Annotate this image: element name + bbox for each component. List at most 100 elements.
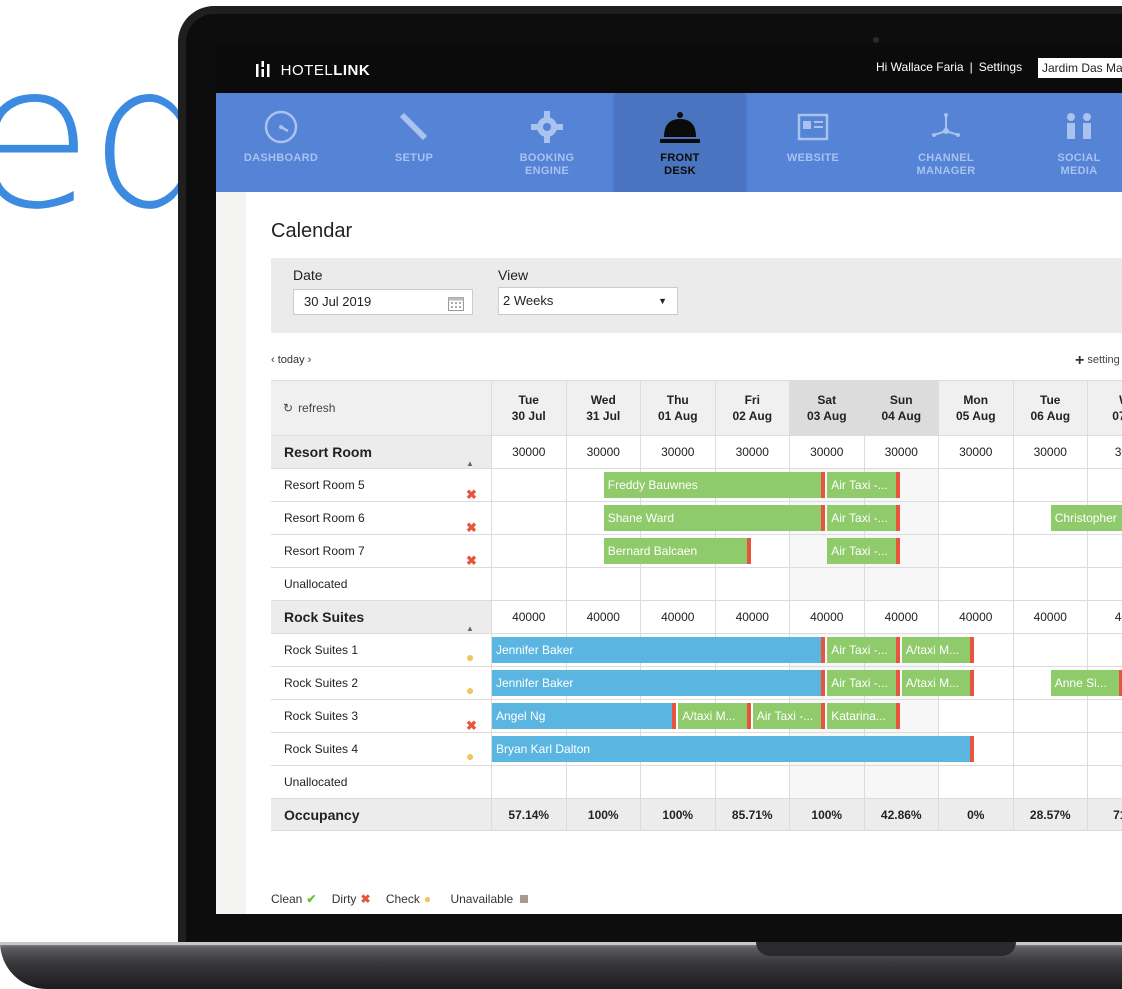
settings-top-link[interactable]: Settings: [979, 60, 1022, 74]
booking-bar[interactable]: Air Taxi -...: [752, 703, 826, 729]
calendar-icon[interactable]: [448, 295, 464, 319]
booking-bar[interactable]: Christopher: [1050, 505, 1122, 531]
booking-bar[interactable]: Air Taxi -...: [827, 505, 900, 531]
day-cell[interactable]: [565, 568, 641, 600]
rate-cell[interactable]: 40000: [491, 601, 566, 633]
day-cell[interactable]: [938, 469, 1013, 501]
day-cell[interactable]: [1012, 568, 1088, 600]
booking-bar[interactable]: Freddy Bauwnes: [603, 472, 826, 498]
rate-cell[interactable]: 40000: [640, 601, 715, 633]
booking-bar[interactable]: Jennifer Baker: [492, 670, 826, 696]
rate-cell[interactable]: 30000: [714, 436, 789, 468]
day-cell[interactable]: [863, 568, 938, 600]
day-cell[interactable]: [1087, 469, 1122, 501]
date-input[interactable]: 30 Jul 2019: [293, 289, 473, 315]
booking-bar[interactable]: Shane Ward: [603, 505, 826, 531]
rate-cell[interactable]: 400: [1087, 601, 1122, 633]
day-cell[interactable]: [938, 568, 1013, 600]
day-cell[interactable]: [714, 766, 790, 798]
booking-bar[interactable]: Jennifer Baker: [492, 637, 826, 663]
booking-bar[interactable]: Angel Ng: [492, 703, 677, 729]
day-cell[interactable]: [491, 502, 566, 534]
nav-item-channel[interactable]: CHANNEL MANAGER: [881, 93, 1011, 192]
day-cell[interactable]: [938, 535, 1013, 567]
day-cell[interactable]: [491, 535, 566, 567]
day-cell[interactable]: [491, 469, 566, 501]
rate-cell[interactable]: 30000: [789, 436, 864, 468]
day-header: Sun 04 Aug: [863, 381, 938, 435]
day-cell[interactable]: [938, 766, 1013, 798]
legend-unavailable: Unavailable: [450, 892, 514, 906]
booking-bar[interactable]: Air Taxi -...: [827, 472, 900, 498]
logo-mark-icon: [256, 61, 275, 79]
day-cell[interactable]: [714, 568, 790, 600]
laptop-notch: [756, 942, 1016, 956]
booking-bar[interactable]: A/taxi M...: [901, 637, 975, 663]
rate-cell[interactable]: 30000: [1012, 436, 1087, 468]
day-cell[interactable]: [491, 568, 566, 600]
day-date: 05 Aug: [955, 409, 996, 423]
calendar-settings-link[interactable]: + setting: [1075, 352, 1120, 370]
rate-cell[interactable]: 300: [1087, 436, 1122, 468]
rate-cell[interactable]: 30000: [938, 436, 1013, 468]
occupancy-value: 57.14%: [491, 799, 566, 830]
day-cell[interactable]: [1012, 700, 1088, 732]
rate-cell[interactable]: 30000: [565, 436, 640, 468]
rate-cell[interactable]: 40000: [938, 601, 1013, 633]
hotellink-logo[interactable]: HOTELLINK: [256, 61, 370, 79]
nav-item-website[interactable]: WEBSITE: [748, 93, 878, 192]
day-cell[interactable]: [1087, 766, 1122, 798]
legend-dirty: Dirty: [331, 892, 357, 906]
booking-bar[interactable]: Katarina...: [827, 703, 900, 729]
date-navigator[interactable]: ‹ today ›: [271, 354, 311, 366]
refresh-button[interactable]: ↻ refresh: [271, 381, 491, 435]
nav-item-dashboard[interactable]: DASHBOARD: [216, 93, 346, 192]
day-cell[interactable]: [1087, 634, 1122, 666]
day-cell[interactable]: [938, 502, 1013, 534]
booking-bar[interactable]: A/taxi M...: [678, 703, 751, 729]
nav-item-booking[interactable]: BOOKING ENGINE: [482, 93, 612, 192]
day-cell[interactable]: [1087, 535, 1122, 567]
room-label: Resort Room 6: [284, 511, 365, 525]
day-cell[interactable]: [938, 700, 1013, 732]
rate-cell[interactable]: 30000: [640, 436, 715, 468]
day-cell[interactable]: [1012, 634, 1088, 666]
day-cell[interactable]: [863, 766, 938, 798]
rate-cell[interactable]: 40000: [1012, 601, 1087, 633]
day-cell[interactable]: [789, 568, 864, 600]
booking-bar[interactable]: Anne Si...: [1050, 670, 1122, 696]
date-value: 30 Jul 2019: [304, 294, 372, 309]
nav-item-social[interactable]: SOCIAL MEDIA: [1014, 93, 1122, 192]
day-cell[interactable]: [491, 766, 566, 798]
rate-cell[interactable]: 40000: [714, 601, 789, 633]
speedometer-icon: [216, 109, 346, 145]
booking-bar[interactable]: Air Taxi -...: [827, 670, 900, 696]
booking-bar[interactable]: Air Taxi -...: [827, 637, 900, 663]
day-cell[interactable]: [640, 568, 715, 600]
day-cell[interactable]: [1087, 700, 1122, 732]
day-cell[interactable]: [1012, 733, 1088, 765]
nav-label-line2: ENGINE: [525, 165, 569, 177]
booking-bar[interactable]: A/taxi M...: [901, 670, 975, 696]
rate-cell[interactable]: 30000: [863, 436, 938, 468]
day-cell[interactable]: [789, 766, 864, 798]
rate-cell[interactable]: 40000: [789, 601, 864, 633]
rate-cell[interactable]: 40000: [863, 601, 938, 633]
day-cell[interactable]: [1012, 535, 1088, 567]
day-cell[interactable]: [1012, 766, 1088, 798]
settings-label: setting: [1087, 354, 1120, 366]
nav-item-setup[interactable]: SETUP: [349, 93, 479, 192]
booking-bar[interactable]: Bernard Balcaen: [603, 538, 751, 564]
day-cell[interactable]: [565, 766, 641, 798]
booking-bar[interactable]: Air Taxi -...: [827, 538, 900, 564]
property-selector[interactable]: Jardim Das Marg: [1038, 58, 1122, 78]
day-cell[interactable]: [1087, 568, 1122, 600]
booking-bar[interactable]: Bryan Karl Dalton: [492, 736, 975, 762]
rate-cell[interactable]: 40000: [565, 601, 640, 633]
view-select[interactable]: 2 Weeks ▼: [498, 287, 678, 315]
nav-item-front[interactable]: FRONT DESK: [615, 93, 745, 196]
day-cell[interactable]: [640, 766, 715, 798]
day-cell[interactable]: [1012, 469, 1088, 501]
rate-cell[interactable]: 30000: [491, 436, 566, 468]
day-cell[interactable]: [1087, 733, 1122, 765]
